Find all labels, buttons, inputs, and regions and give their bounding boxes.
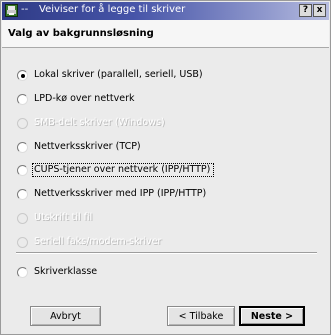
- radio-button[interactable]: [17, 94, 28, 105]
- page-title: Valg av bakgrunnsløsning: [8, 28, 154, 39]
- radio-button[interactable]: [17, 142, 28, 153]
- option-label: Lokal skriver (parallell, seriell, USB): [34, 69, 203, 80]
- radio-button: [17, 118, 28, 129]
- help-button[interactable]: ?: [299, 4, 312, 17]
- title-bar[interactable]: -- Veiviser for å legge til skriver ? x: [2, 2, 329, 20]
- radio-button: [17, 237, 28, 248]
- option-row: SMB-delt skriver (Windows): [17, 116, 317, 132]
- option-row: Seriell faks/modem-skriver: [17, 235, 317, 251]
- radio-button[interactable]: [17, 267, 28, 278]
- option-label: Seriell faks/modem-skriver: [34, 236, 162, 247]
- option-row[interactable]: Nettverksskriver (TCP): [17, 140, 317, 156]
- wizard-window: -- Veiviser for å legge til skriver ? x …: [0, 0, 331, 335]
- radio-button: [17, 213, 28, 224]
- separator: [16, 252, 317, 254]
- option-label: CUPS-tjener over nettverk (IPP/HTTP): [34, 164, 211, 175]
- radio-button[interactable]: [17, 165, 28, 176]
- next-button[interactable]: Neste >: [239, 306, 305, 326]
- radio-button[interactable]: [17, 70, 28, 81]
- back-button[interactable]: < Tilbake: [167, 306, 235, 326]
- cancel-button[interactable]: Avbryt: [30, 306, 101, 326]
- option-row[interactable]: Lokal skriver (parallell, seriell, USB): [17, 68, 317, 84]
- radio-button[interactable]: [17, 189, 28, 200]
- option-label: Nettverksskriver med IPP (IPP/HTTP): [34, 188, 207, 199]
- close-button[interactable]: x: [313, 4, 326, 17]
- option-label: Utskrift til fil: [34, 212, 93, 223]
- option-row: Utskrift til fil: [17, 211, 317, 227]
- option-label: Skriverklasse: [34, 266, 98, 277]
- header-panel: Valg av bakgrunnsløsning: [2, 20, 329, 48]
- option-label: Nettverksskriver (TCP): [34, 141, 141, 152]
- option-row[interactable]: CUPS-tjener over nettverk (IPP/HTTP): [17, 163, 317, 179]
- printer-icon: [5, 4, 18, 17]
- option-row[interactable]: LPD-kø over nettverk: [17, 92, 317, 108]
- option-label: LPD-kø over nettverk: [34, 93, 135, 104]
- option-label: SMB-delt skriver (Windows): [34, 117, 165, 128]
- title-prefix: --: [21, 4, 29, 15]
- window-title: Veiviser for å legge til skriver: [39, 4, 186, 15]
- radio-selected-dot: [20, 73, 25, 78]
- option-row[interactable]: Nettverksskriver med IPP (IPP/HTTP): [17, 187, 317, 203]
- option-row[interactable]: Skriverklasse: [17, 265, 317, 281]
